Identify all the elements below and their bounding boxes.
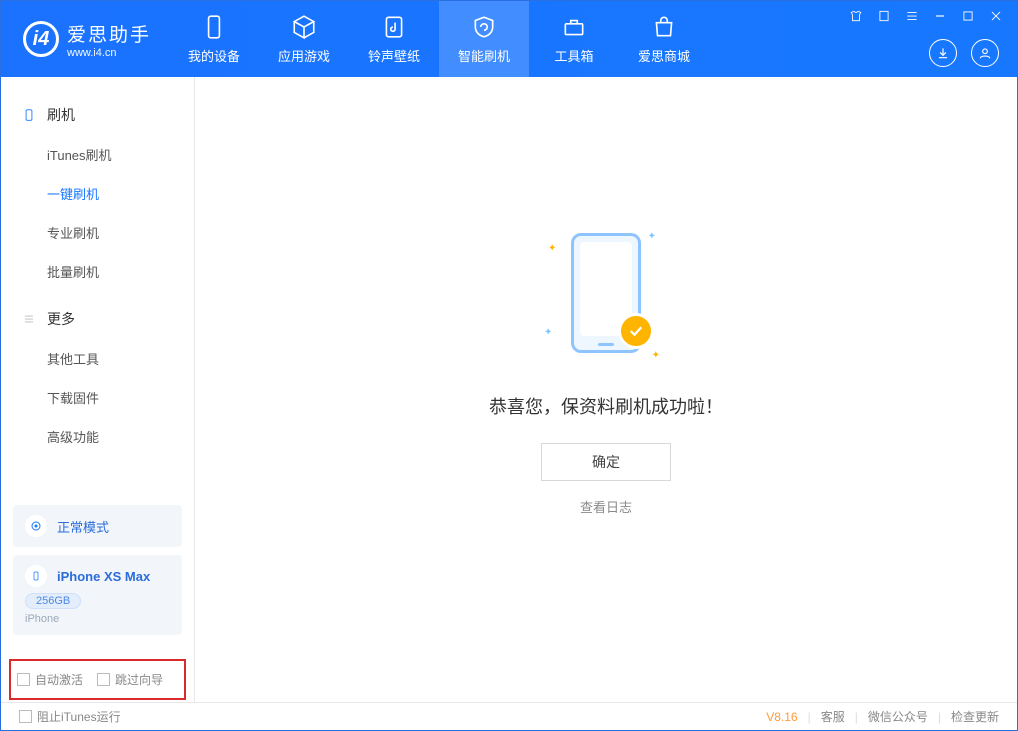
sidebar: 刷机 iTunes刷机 一键刷机 专业刷机 批量刷机 更多 其他工具 下载固件 … bbox=[1, 77, 195, 702]
sidebar-item-itunes-flash[interactable]: iTunes刷机 bbox=[47, 135, 194, 174]
sidebar-section-more[interactable]: 更多 bbox=[1, 299, 194, 339]
section-title: 刷机 bbox=[47, 105, 75, 125]
user-button[interactable] bbox=[971, 39, 999, 67]
mode-icon bbox=[25, 515, 47, 537]
nav-label: 应用游戏 bbox=[278, 46, 330, 65]
minimize-button[interactable] bbox=[931, 7, 949, 25]
device-icon bbox=[21, 107, 37, 123]
sidebar-item-oneclick-flash[interactable]: 一键刷机 bbox=[47, 174, 194, 213]
nav-tab-toolbox[interactable]: 工具箱 bbox=[529, 1, 619, 77]
refresh-shield-icon bbox=[471, 14, 497, 40]
nav-label: 铃声壁纸 bbox=[368, 46, 420, 65]
nav-tabs: 我的设备 应用游戏 铃声壁纸 智能刷机 工具箱 爱思商城 bbox=[169, 1, 709, 77]
sidebar-item-other-tools[interactable]: 其他工具 bbox=[47, 339, 194, 378]
app-name: 爱思助手 bbox=[67, 20, 151, 47]
options-highlight: 自动激活 跳过向导 bbox=[9, 659, 186, 700]
nav-label: 我的设备 bbox=[188, 46, 240, 65]
nav-tab-smart-flash[interactable]: 智能刷机 bbox=[439, 1, 529, 77]
shopping-bag-icon bbox=[651, 14, 677, 40]
checkbox-label: 阻止iTunes运行 bbox=[37, 708, 121, 725]
checkbox-skip-guide[interactable]: 跳过向导 bbox=[97, 671, 163, 688]
main-content: ✦✦ ✦✦ 恭喜您，保资料刷机成功啦！ 确定 查看日志 bbox=[195, 77, 1017, 702]
note-icon[interactable] bbox=[875, 7, 893, 25]
nav-label: 智能刷机 bbox=[458, 46, 510, 65]
sidebar-item-batch-flash[interactable]: 批量刷机 bbox=[47, 252, 194, 291]
nav-label: 工具箱 bbox=[555, 46, 594, 65]
device-type: iPhone bbox=[25, 613, 59, 625]
statusbar: 阻止iTunes运行 V8.16 | 客服 | 微信公众号 | 检查更新 bbox=[1, 702, 1017, 730]
cube-icon bbox=[291, 14, 317, 40]
nav-tab-my-device[interactable]: 我的设备 bbox=[169, 1, 259, 77]
ok-button[interactable]: 确定 bbox=[541, 443, 671, 481]
mode-label: 正常模式 bbox=[57, 517, 109, 536]
nav-tab-store[interactable]: 爱思商城 bbox=[619, 1, 709, 77]
checkbox-icon bbox=[19, 710, 32, 723]
checkbox-label: 跳过向导 bbox=[115, 671, 163, 688]
success-illustration: ✦✦ ✦✦ bbox=[516, 223, 696, 373]
menu-icon[interactable] bbox=[903, 7, 921, 25]
app-site: www.i4.cn bbox=[67, 47, 151, 59]
success-message: 恭喜您，保资料刷机成功啦！ bbox=[489, 393, 723, 419]
sidebar-item-pro-flash[interactable]: 专业刷机 bbox=[47, 213, 194, 252]
view-log-link[interactable]: 查看日志 bbox=[580, 497, 632, 516]
window-controls bbox=[847, 7, 1005, 25]
mode-card[interactable]: 正常模式 bbox=[13, 505, 182, 547]
device-capacity: 256GB bbox=[25, 593, 81, 609]
titlebar-extra bbox=[929, 39, 999, 67]
sidebar-item-download-firmware[interactable]: 下载固件 bbox=[47, 378, 194, 417]
nav-label: 爱思商城 bbox=[638, 46, 690, 65]
titlebar: i4 爱思助手 www.i4.cn 我的设备 应用游戏 铃声壁纸 智能刷机 工具… bbox=[1, 1, 1017, 77]
checkbox-icon bbox=[17, 673, 30, 686]
checkbox-icon bbox=[97, 673, 110, 686]
device-name: iPhone XS Max bbox=[57, 569, 150, 584]
list-icon bbox=[21, 311, 37, 327]
status-link-support[interactable]: 客服 bbox=[821, 708, 845, 725]
sidebar-item-advanced[interactable]: 高级功能 bbox=[47, 417, 194, 456]
music-file-icon bbox=[381, 14, 407, 40]
checkbox-label: 自动激活 bbox=[35, 671, 83, 688]
app-logo[interactable]: i4 爱思助手 www.i4.cn bbox=[1, 1, 169, 77]
section-title: 更多 bbox=[47, 309, 75, 329]
shirt-icon[interactable] bbox=[847, 7, 865, 25]
sidebar-section-flash[interactable]: 刷机 bbox=[1, 95, 194, 135]
check-badge-icon bbox=[618, 313, 654, 349]
status-link-update[interactable]: 检查更新 bbox=[951, 708, 999, 725]
checkbox-block-itunes[interactable]: 阻止iTunes运行 bbox=[19, 708, 121, 725]
phone-icon bbox=[201, 14, 227, 40]
logo-icon: i4 bbox=[23, 21, 59, 57]
device-type-icon bbox=[25, 565, 47, 587]
toolbox-icon bbox=[561, 14, 587, 40]
close-button[interactable] bbox=[987, 7, 1005, 25]
nav-tab-ringtone-wallpaper[interactable]: 铃声壁纸 bbox=[349, 1, 439, 77]
maximize-button[interactable] bbox=[959, 7, 977, 25]
device-card[interactable]: iPhone XS Max 256GB iPhone bbox=[13, 555, 182, 635]
status-link-wechat[interactable]: 微信公众号 bbox=[868, 708, 928, 725]
nav-tab-apps-games[interactable]: 应用游戏 bbox=[259, 1, 349, 77]
download-button[interactable] bbox=[929, 39, 957, 67]
checkbox-auto-activate[interactable]: 自动激活 bbox=[17, 671, 83, 688]
version-label: V8.16 bbox=[766, 710, 797, 724]
